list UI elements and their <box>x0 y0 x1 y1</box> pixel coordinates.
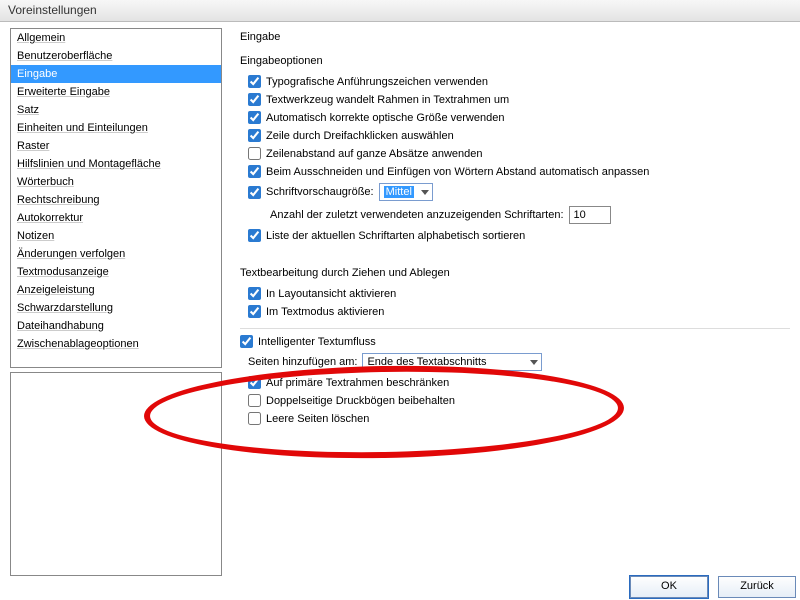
section-eingabeoptionen: Eingabeoptionen <box>240 55 790 67</box>
sidebar-item--nderungen-verfolgen[interactable]: Änderungen verfolgen <box>11 245 221 263</box>
checkbox-schriftvorschau[interactable] <box>248 186 261 199</box>
label-schriftvorschau: Schriftvorschaugröße: <box>266 186 374 198</box>
sidebar-item-schwarzdarstellung[interactable]: Schwarzdarstellung <box>11 299 221 317</box>
checkbox-zeilenabstand-absaetze[interactable] <box>248 147 261 160</box>
window-title: Voreinstellungen <box>8 3 97 17</box>
back-button[interactable]: Zurück <box>718 576 796 598</box>
checkbox-textwerkzeug-rahmen[interactable] <box>248 93 261 106</box>
checkbox-textmodus[interactable] <box>248 305 261 318</box>
label-intelligenter-textumfluss: Intelligenter Textumfluss <box>258 336 376 348</box>
checkbox-typografische-anfuehrungszeichen[interactable] <box>248 75 261 88</box>
section-ziehen-ablegen: Textbearbeitung durch Ziehen und Ablegen <box>240 267 790 279</box>
sidebar-item-notizen[interactable]: Notizen <box>11 227 221 245</box>
sidebar-item-rechtschreibung[interactable]: Rechtschreibung <box>11 191 221 209</box>
sidebar-item-erweiterte-eingabe[interactable]: Erweiterte Eingabe <box>11 83 221 101</box>
sidebar-item-raster[interactable]: Raster <box>11 137 221 155</box>
checkbox-leere-seiten-loeschen[interactable] <box>248 412 261 425</box>
label-leere-seiten-loeschen: Leere Seiten löschen <box>266 413 369 425</box>
label-primaere-textrahmen: Auf primäre Textrahmen beschränken <box>266 377 449 389</box>
dropdown-seiten-hinzufuegen-value: Ende des Textabschnitts <box>367 356 486 368</box>
label-anzahl-schriftarten: Anzahl der zuletzt verwendeten anzuzeige… <box>270 209 564 221</box>
page-heading: Eingabe <box>240 31 790 43</box>
checkbox-auto-optische-groesse[interactable] <box>248 111 261 124</box>
sidebar-item-allgemein[interactable]: Allgemein <box>11 29 221 47</box>
checkbox-intelligenter-textumfluss[interactable] <box>240 335 253 348</box>
sidebar-item-benutzeroberfl-che[interactable]: Benutzeroberfläche <box>11 47 221 65</box>
label-dreifachklick: Zeile durch Dreifachklicken auswählen <box>266 130 454 142</box>
sidebar-item-anzeigeleistung[interactable]: Anzeigeleistung <box>11 281 221 299</box>
label-auto-optische-groesse: Automatisch korrekte optische Größe verw… <box>266 112 504 124</box>
label-schriftarten-sortieren: Liste der aktuellen Schriftarten alphabe… <box>266 230 525 242</box>
label-layoutansicht: In Layoutansicht aktivieren <box>266 288 396 300</box>
sidebar-item-satz[interactable]: Satz <box>11 101 221 119</box>
sidebar-preview-box <box>10 372 222 576</box>
sidebar-item-textmodusanzeige[interactable]: Textmodusanzeige <box>11 263 221 281</box>
sidebar-item-hilfslinien-und-montagefl-che[interactable]: Hilfslinien und Montagefläche <box>11 155 221 173</box>
sidebar-item-autokorrektur[interactable]: Autokorrektur <box>11 209 221 227</box>
label-seiten-hinzufuegen: Seiten hinzufügen am: <box>248 356 357 368</box>
label-zeilenabstand-absaetze: Zeilenabstand auf ganze Absätze anwenden <box>266 148 483 160</box>
label-doppelseitige-druckboegen: Doppelseitige Druckbögen beibehalten <box>266 395 455 407</box>
sidebar-item-einheiten-und-einteilungen[interactable]: Einheiten und Einteilungen <box>11 119 221 137</box>
ok-button[interactable]: OK <box>630 576 708 598</box>
checkbox-layoutansicht[interactable] <box>248 287 261 300</box>
checkbox-doppelseitige-druckboegen[interactable] <box>248 394 261 407</box>
category-list[interactable]: AllgemeinBenutzeroberflächeEingabeErweit… <box>10 28 222 368</box>
checkbox-schriftarten-sortieren[interactable] <box>248 229 261 242</box>
dropdown-schriftvorschaugroesse[interactable]: Mittel <box>379 183 433 201</box>
dropdown-schriftvorschaugroesse-value: Mittel <box>384 186 414 198</box>
sidebar-item-zwischenablageoptionen[interactable]: Zwischenablageoptionen <box>11 335 221 353</box>
label-textmodus: Im Textmodus aktivieren <box>266 306 384 318</box>
checkbox-dreifachklick[interactable] <box>248 129 261 142</box>
sidebar-item-w-rterbuch[interactable]: Wörterbuch <box>11 173 221 191</box>
sidebar-item-dateihandhabung[interactable]: Dateihandhabung <box>11 317 221 335</box>
label-textwerkzeug-rahmen: Textwerkzeug wandelt Rahmen in Textrahme… <box>266 94 509 106</box>
sidebar-item-eingabe[interactable]: Eingabe <box>11 65 221 83</box>
window-titlebar: Voreinstellungen <box>0 0 800 22</box>
label-typografische-anfuehrungszeichen: Typografische Anführungszeichen verwende… <box>266 76 488 88</box>
checkbox-abstand-anpassen[interactable] <box>248 165 261 178</box>
input-anzahl-schriftarten[interactable] <box>569 206 611 224</box>
label-abstand-anpassen: Beim Ausschneiden und Einfügen von Wörte… <box>266 166 649 178</box>
checkbox-primaere-textrahmen[interactable] <box>248 376 261 389</box>
dropdown-seiten-hinzufuegen[interactable]: Ende des Textabschnitts <box>362 353 542 371</box>
